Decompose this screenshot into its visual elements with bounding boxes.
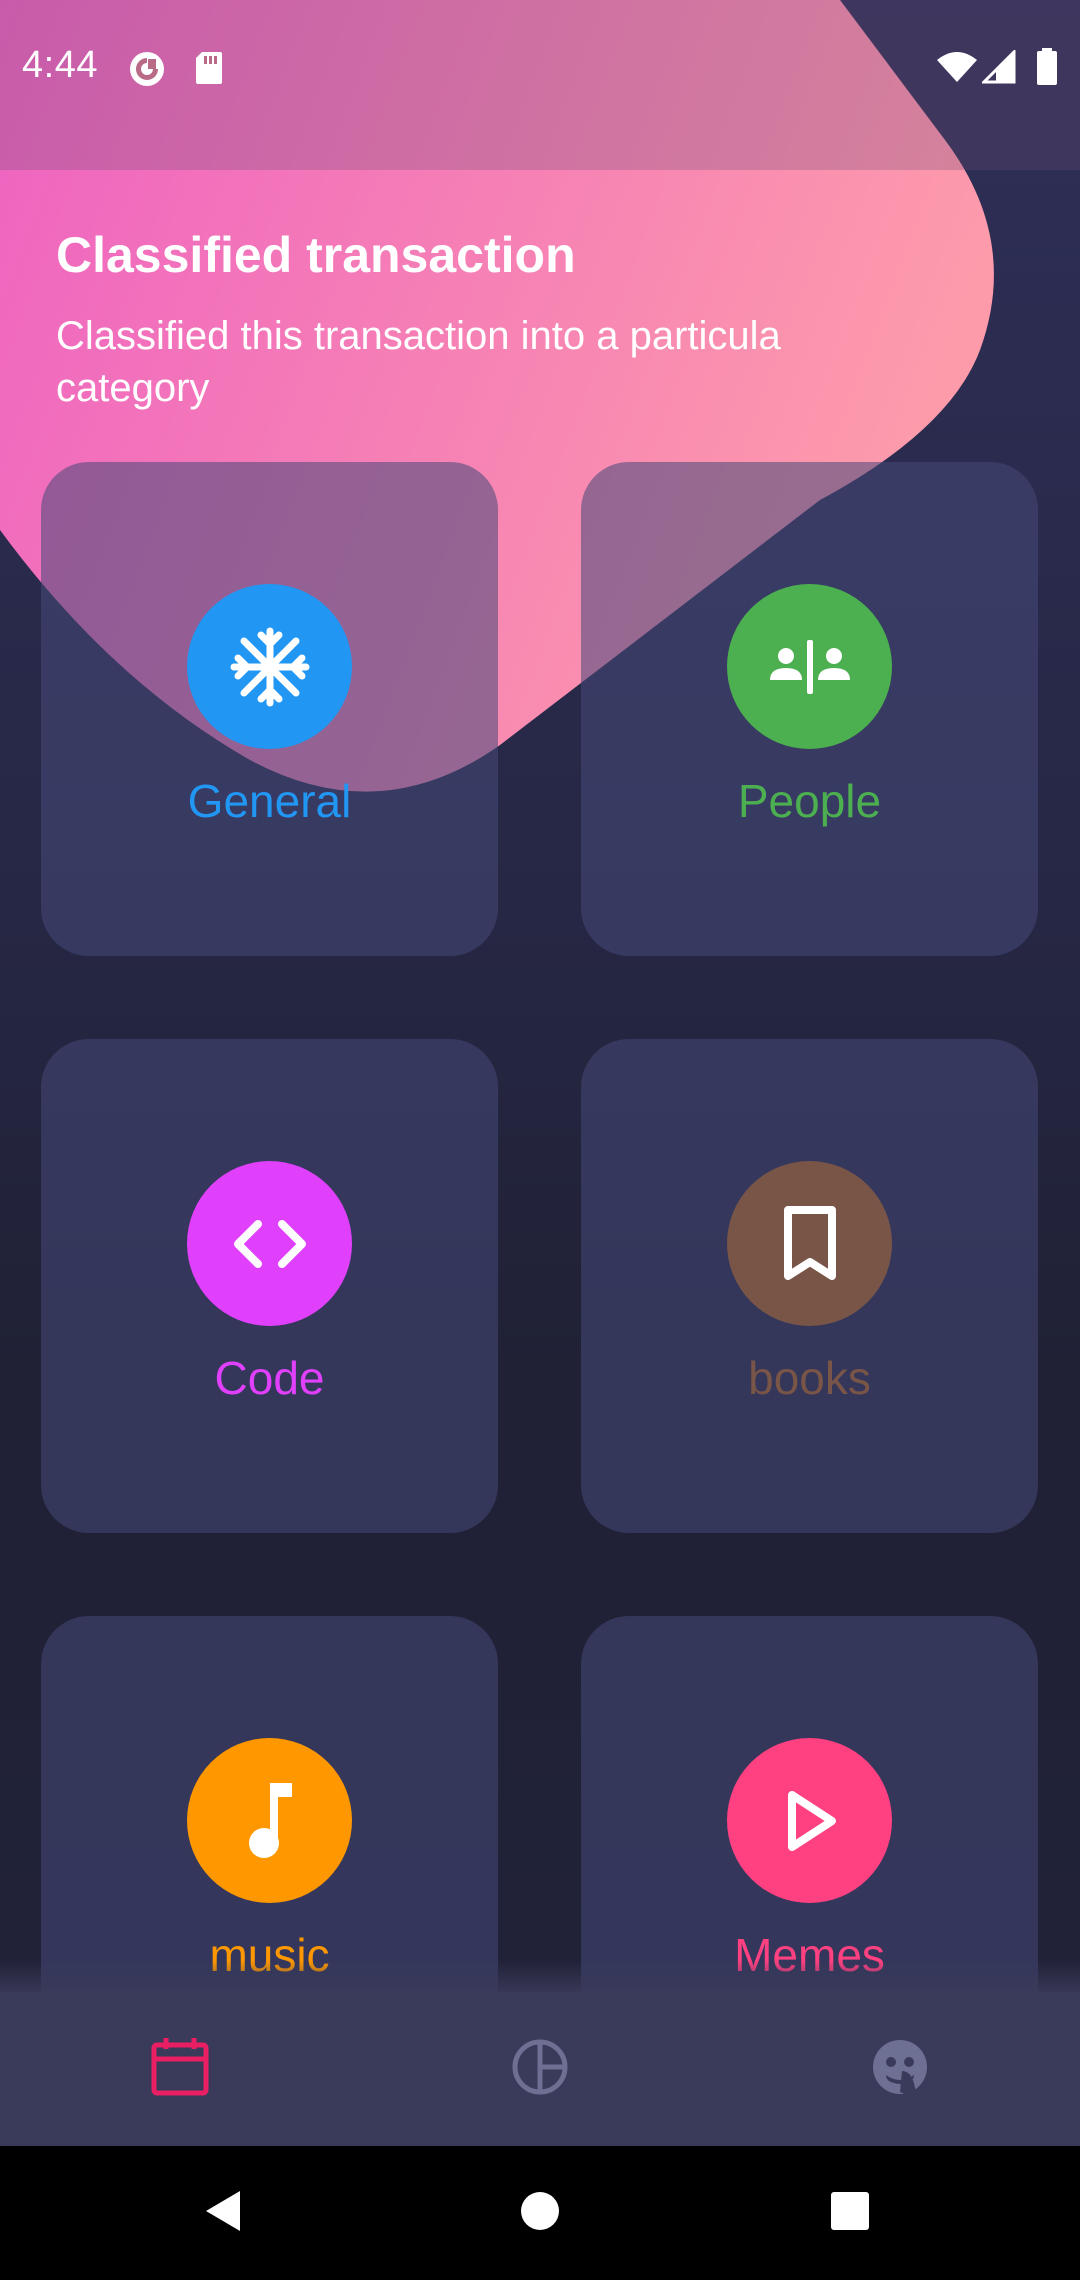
nav-pie-chart[interactable] (360, 1992, 720, 2146)
bookmark-icon (727, 1161, 892, 1326)
snowflake-icon (187, 584, 352, 749)
header: Classified transaction Classified this t… (56, 226, 956, 414)
category-card-code[interactable]: Code (41, 1039, 498, 1533)
pie-chart-icon (510, 2037, 570, 2102)
home-button[interactable] (480, 2146, 600, 2280)
category-card-music[interactable]: music (41, 1616, 498, 1992)
category-card-people[interactable]: People (581, 462, 1038, 956)
music-note-icon (187, 1738, 352, 1903)
category-label: General (187, 775, 352, 827)
system-nav-bar (0, 2146, 1080, 2280)
category-label: Code (214, 1352, 325, 1404)
wifi-icon (936, 50, 978, 89)
back-icon (204, 2189, 244, 2238)
status-bar: 4:44 (0, 0, 1080, 140)
category-card-books[interactable]: books (581, 1039, 1038, 1533)
grid-fade (0, 1960, 1080, 1992)
face-icon (870, 2037, 930, 2102)
status-time: 4:44 (22, 44, 98, 86)
code-icon (187, 1161, 352, 1326)
category-card-memes[interactable]: Memes (581, 1616, 1038, 1992)
calendar-icon (148, 2035, 212, 2104)
category-label: People (737, 775, 882, 827)
cell-signal-icon (980, 48, 1016, 89)
page-title: Classified transaction (56, 227, 576, 283)
play-icon (727, 1738, 892, 1903)
home-icon (520, 2191, 560, 2236)
bottom-nav (0, 1992, 1080, 2146)
battery-icon (1036, 48, 1058, 91)
people-divider-icon (727, 584, 892, 749)
recents-icon (830, 2191, 870, 2236)
nav-calendar[interactable] (0, 1992, 360, 2146)
category-card-general[interactable]: General (41, 462, 498, 956)
page-subtitle: Classified this transaction into a parti… (56, 314, 781, 410)
category-grid: General People Code books music Memes (41, 462, 1039, 1992)
recents-button[interactable] (790, 2146, 910, 2280)
nav-face[interactable] (720, 1992, 1080, 2146)
back-button[interactable] (164, 2146, 284, 2280)
category-label: books (748, 1352, 871, 1404)
pocket-casts-icon (128, 50, 166, 93)
sd-card-icon (194, 50, 224, 91)
